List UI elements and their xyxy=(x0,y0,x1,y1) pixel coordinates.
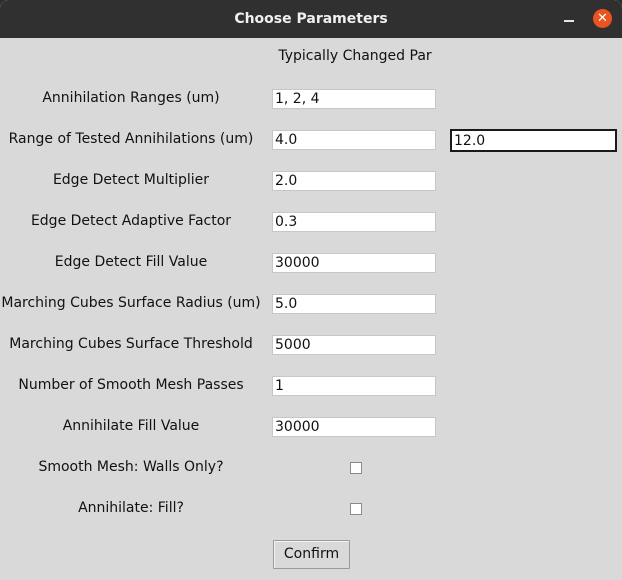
annihilate-fill-value-input[interactable] xyxy=(272,417,436,437)
param-label-marching-cubes-surface-threshold: Marching Cubes Surface Threshold xyxy=(9,336,253,352)
confirm-button[interactable]: Confirm xyxy=(273,540,350,569)
param-label-annihilation-ranges: Annihilation Ranges (um) xyxy=(42,90,220,106)
marching-cubes-surface-radius-input[interactable] xyxy=(272,294,436,314)
minimize-icon[interactable] xyxy=(562,10,576,28)
range-tested-annihilations-max-input[interactable] xyxy=(450,129,617,152)
window-title: Choose Parameters xyxy=(234,11,388,27)
title-bar[interactable]: Choose Parameters ✕ xyxy=(0,0,622,38)
section-header: Typically Changed Par xyxy=(278,48,432,64)
dialog-window: Choose Parameters ✕ Typically Changed Pa… xyxy=(0,0,622,580)
checkbox-label-annihilate-fill: Annihilate: Fill? xyxy=(78,500,184,516)
checkbox-label-smooth-mesh-walls-only: Smooth Mesh: Walls Only? xyxy=(38,459,224,475)
marching-cubes-surface-threshold-input[interactable] xyxy=(272,335,436,355)
param-label-edge-detect-adaptive-factor: Edge Detect Adaptive Factor xyxy=(30,213,232,229)
edge-detect-fill-value-input[interactable] xyxy=(272,253,436,273)
annihilate-fill-checkbox[interactable] xyxy=(350,503,362,515)
param-label-edge-detect-fill-value: Edge Detect Fill Value xyxy=(54,254,208,270)
param-label-range-tested-annihilations: Range of Tested Annihilations (um) xyxy=(8,131,254,147)
smooth-mesh-passes-input[interactable] xyxy=(272,376,436,396)
param-label-edge-detect-multiplier: Edge Detect Multiplier xyxy=(52,172,210,188)
edge-detect-multiplier-input[interactable] xyxy=(272,171,436,191)
annihilation-ranges-input[interactable] xyxy=(272,89,436,109)
param-label-smooth-mesh-passes: Number of Smooth Mesh Passes xyxy=(18,377,244,393)
param-label-annihilate-fill-value: Annihilate Fill Value xyxy=(62,418,200,434)
close-icon[interactable]: ✕ xyxy=(593,9,612,28)
edge-detect-adaptive-factor-input[interactable] xyxy=(272,212,436,232)
param-label-marching-cubes-surface-radius: Marching Cubes Surface Radius (um) xyxy=(1,295,261,311)
range-tested-annihilations-min-input[interactable] xyxy=(272,130,436,150)
smooth-mesh-walls-only-checkbox[interactable] xyxy=(350,462,362,474)
